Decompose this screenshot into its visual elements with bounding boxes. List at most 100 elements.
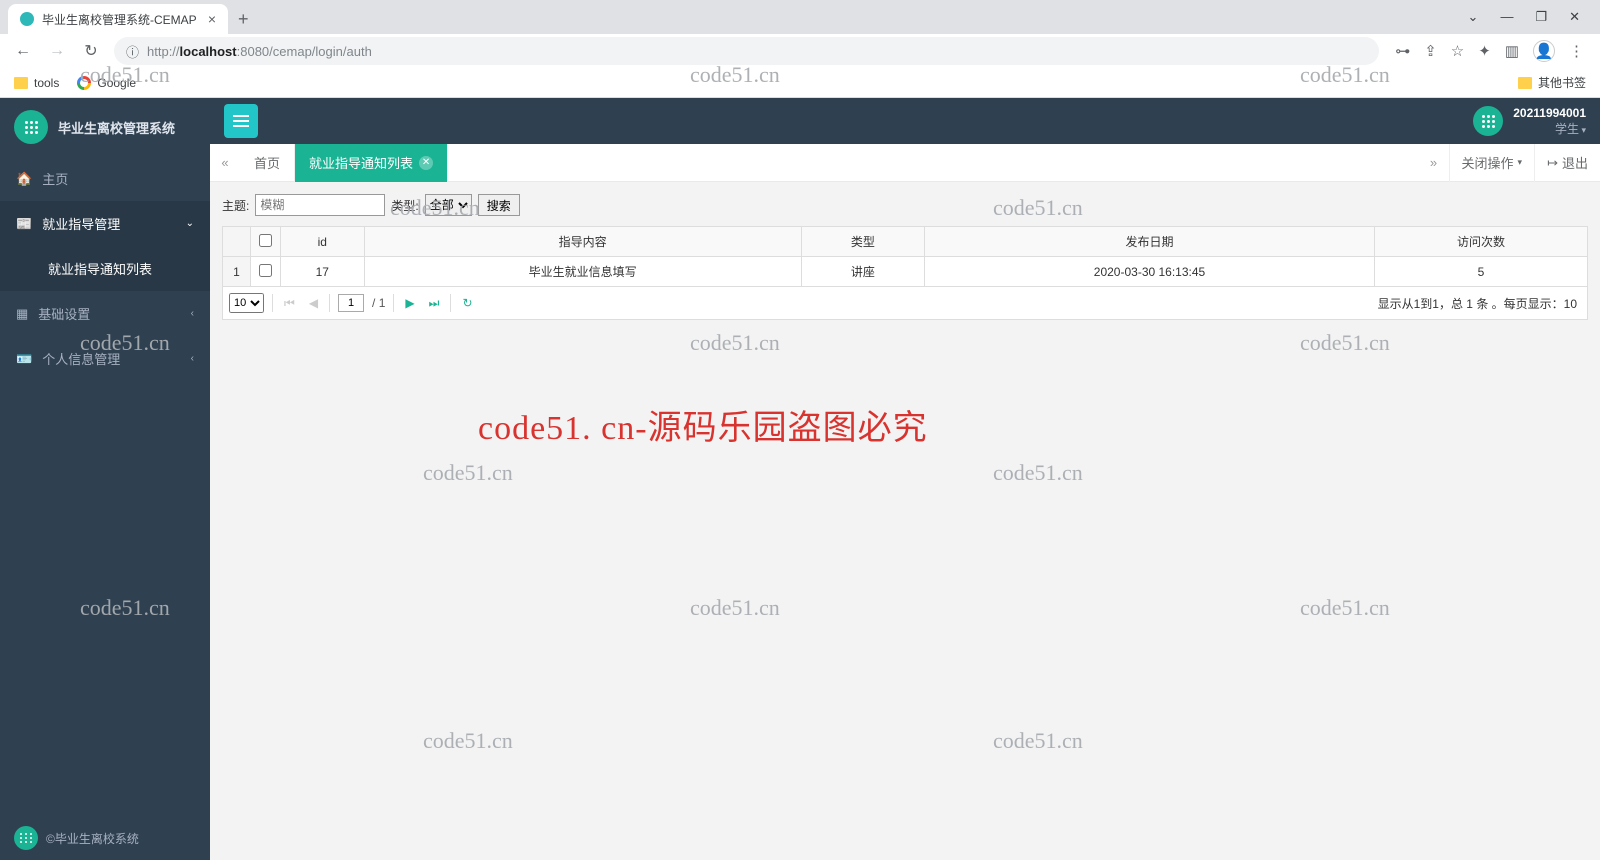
tab-close-icon[interactable]: ✕: [419, 156, 433, 170]
topbar-user[interactable]: 20211994001 学生: [1473, 106, 1586, 137]
sidebar-item-label: 就业指导管理: [42, 214, 120, 233]
footer-text: ©毕业生离校系统: [46, 830, 139, 847]
folder-icon: [1518, 77, 1532, 89]
browser-tab[interactable]: 毕业生离校管理系统-CEMAP ×: [8, 4, 228, 34]
addr-actions: ⊶ ⇪ ☆ ✦ ▥ 👤 ⋮: [1387, 40, 1592, 62]
type-label: 类型:: [391, 197, 418, 214]
key-icon[interactable]: ⊶: [1395, 42, 1410, 60]
menu-icon[interactable]: ⋮: [1569, 42, 1584, 60]
pager-info: 显示从1到1，总 1 条 。每页显示：10: [1378, 295, 1587, 312]
col-rownum: [223, 227, 251, 257]
browser-tab-bar: 毕业生离校管理系统-CEMAP × + ⌄ — ❐ ✕: [0, 0, 1600, 34]
sidebar-item-label: 基础设置: [38, 304, 90, 323]
tab-label: 首页: [254, 153, 280, 172]
refresh-icon[interactable]: ↻: [459, 296, 475, 310]
browser-chrome: 毕业生离校管理系统-CEMAP × + ⌄ — ❐ ✕ ← → ↻ ⓘ http…: [0, 0, 1600, 98]
extensions-icon[interactable]: ✦: [1478, 42, 1491, 60]
table-header-row: id 指导内容 类型 发布日期 访问次数: [223, 227, 1588, 257]
url-field[interactable]: ⓘ http://localhost:8080/cemap/login/auth: [114, 37, 1379, 65]
type-select[interactable]: 全部: [425, 194, 472, 216]
page-size-select[interactable]: 10: [229, 293, 264, 313]
col-checkbox: [251, 227, 281, 257]
row-checkbox[interactable]: [259, 264, 272, 277]
search-button[interactable]: 搜索: [478, 194, 520, 216]
col-type[interactable]: 类型: [801, 227, 924, 257]
sidebar-item-basic[interactable]: ▦ 基础设置 ‹: [0, 291, 210, 336]
reload-button[interactable]: ↻: [76, 36, 106, 66]
tab-close-icon[interactable]: ×: [208, 11, 216, 27]
maximize-icon[interactable]: ❐: [1535, 9, 1547, 25]
tab-home[interactable]: 首页: [240, 144, 295, 182]
minimize-icon[interactable]: —: [1500, 9, 1513, 25]
back-button[interactable]: ←: [8, 36, 38, 66]
user-icon: 🪪: [16, 351, 32, 367]
sidebar-item-personal[interactable]: 🪪 个人信息管理 ‹: [0, 336, 210, 381]
close-operations-dropdown[interactable]: 关闭操作 ▾: [1449, 144, 1535, 182]
cell-type: 讲座: [801, 257, 924, 287]
sidebar: 毕业生离校管理系统 🏠 主页 📰 就业指导管理 ⌄ 就业指导通知列表 ▦ 基础设…: [0, 98, 210, 860]
next-page-button[interactable]: ▶: [402, 296, 417, 310]
close-window-icon[interactable]: ✕: [1569, 9, 1580, 25]
chevron-left-icon: ‹: [191, 353, 194, 364]
first-page-button[interactable]: ⏮: [281, 296, 298, 311]
bookmark-label: tools: [34, 76, 59, 90]
content-panel: 主题: 类型: 全部 搜索 id 指导内容 类型 发布日期: [210, 182, 1600, 860]
sidebar-item-guide[interactable]: 📰 就业指导管理 ⌄: [0, 201, 210, 246]
tab-title: 毕业生离校管理系统-CEMAP: [42, 11, 197, 28]
address-bar: ← → ↻ ⓘ http://localhost:8080/cemap/logi…: [0, 34, 1600, 68]
prev-page-button[interactable]: ◀: [306, 296, 321, 310]
subject-input[interactable]: [255, 194, 385, 216]
forward-button[interactable]: →: [42, 36, 72, 66]
topbar: 20211994001 学生: [210, 98, 1600, 144]
user-info: 20211994001 学生: [1513, 106, 1586, 137]
news-icon: 📰: [16, 216, 32, 232]
google-icon: [77, 76, 91, 90]
sidebar-item-label: 就业指导通知列表: [48, 259, 152, 278]
tab-label: 就业指导通知列表: [309, 153, 413, 172]
user-role: 学生: [1513, 120, 1586, 137]
bookmark-google[interactable]: Google: [77, 76, 136, 90]
sidebar-item-guide-list[interactable]: 就业指导通知列表: [0, 246, 210, 291]
sidebar-footer: ©毕业生离校系统: [0, 816, 210, 860]
new-tab-button[interactable]: +: [238, 9, 249, 30]
col-content[interactable]: 指导内容: [364, 227, 801, 257]
cell-id: 17: [281, 257, 365, 287]
star-icon[interactable]: ☆: [1451, 42, 1464, 60]
footer-logo-icon: [14, 826, 38, 850]
page-input[interactable]: [338, 294, 364, 312]
app-logo-icon: [14, 110, 48, 144]
site-info-icon[interactable]: ⓘ: [126, 42, 139, 61]
select-all-checkbox[interactable]: [259, 234, 272, 247]
user-id: 20211994001: [1513, 106, 1586, 120]
toggle-sidebar-button[interactable]: [224, 104, 258, 138]
profile-icon[interactable]: 👤: [1533, 40, 1555, 62]
main-area: 20211994001 学生 « 首页 就业指导通知列表 ✕ » 关闭操作 ▾: [210, 98, 1600, 860]
sidebar-menu: 🏠 主页 📰 就业指导管理 ⌄ 就业指导通知列表 ▦ 基础设置 ‹ 🪪 个人信息…: [0, 156, 210, 381]
col-visits[interactable]: 访问次数: [1374, 227, 1587, 257]
logout-icon: ↦: [1547, 155, 1558, 171]
caret-down-icon[interactable]: ⌄: [1468, 9, 1479, 25]
logout-button[interactable]: ↦ 退出: [1534, 144, 1600, 182]
bookmark-tools[interactable]: tools: [14, 76, 59, 90]
last-page-button[interactable]: ⏭: [426, 296, 443, 311]
app-title: 毕业生离校管理系统: [58, 118, 175, 137]
tabs-scroll-right[interactable]: »: [1419, 155, 1449, 170]
sidebar-item-label: 主页: [42, 169, 68, 188]
col-id[interactable]: id: [281, 227, 365, 257]
cell-rownum: 1: [223, 257, 251, 287]
bookmark-bar: tools Google 其他书签: [0, 68, 1600, 98]
bookmark-other[interactable]: 其他书签: [1518, 74, 1586, 91]
window-controls: ⌄ — ❐ ✕: [1468, 9, 1592, 25]
tabs-scroll-left[interactable]: «: [210, 155, 240, 170]
sidebar-header: 毕业生离校管理系统: [0, 98, 210, 156]
page-tabs: « 首页 就业指导通知列表 ✕ » 关闭操作 ▾ ↦ 退出: [210, 144, 1600, 182]
tab-favicon-icon: [20, 12, 34, 26]
tab-guide-list[interactable]: 就业指导通知列表 ✕: [295, 144, 448, 182]
user-avatar-icon: [1473, 106, 1503, 136]
table-row[interactable]: 1 17 毕业生就业信息填写 讲座 2020-03-30 16:13:45 5: [223, 257, 1588, 287]
sidebar-item-home[interactable]: 🏠 主页: [0, 156, 210, 201]
share-icon[interactable]: ⇪: [1424, 42, 1437, 60]
col-date[interactable]: 发布日期: [925, 227, 1375, 257]
url-text: http://localhost:8080/cemap/login/auth: [147, 44, 372, 59]
sidepanel-icon[interactable]: ▥: [1505, 42, 1519, 60]
